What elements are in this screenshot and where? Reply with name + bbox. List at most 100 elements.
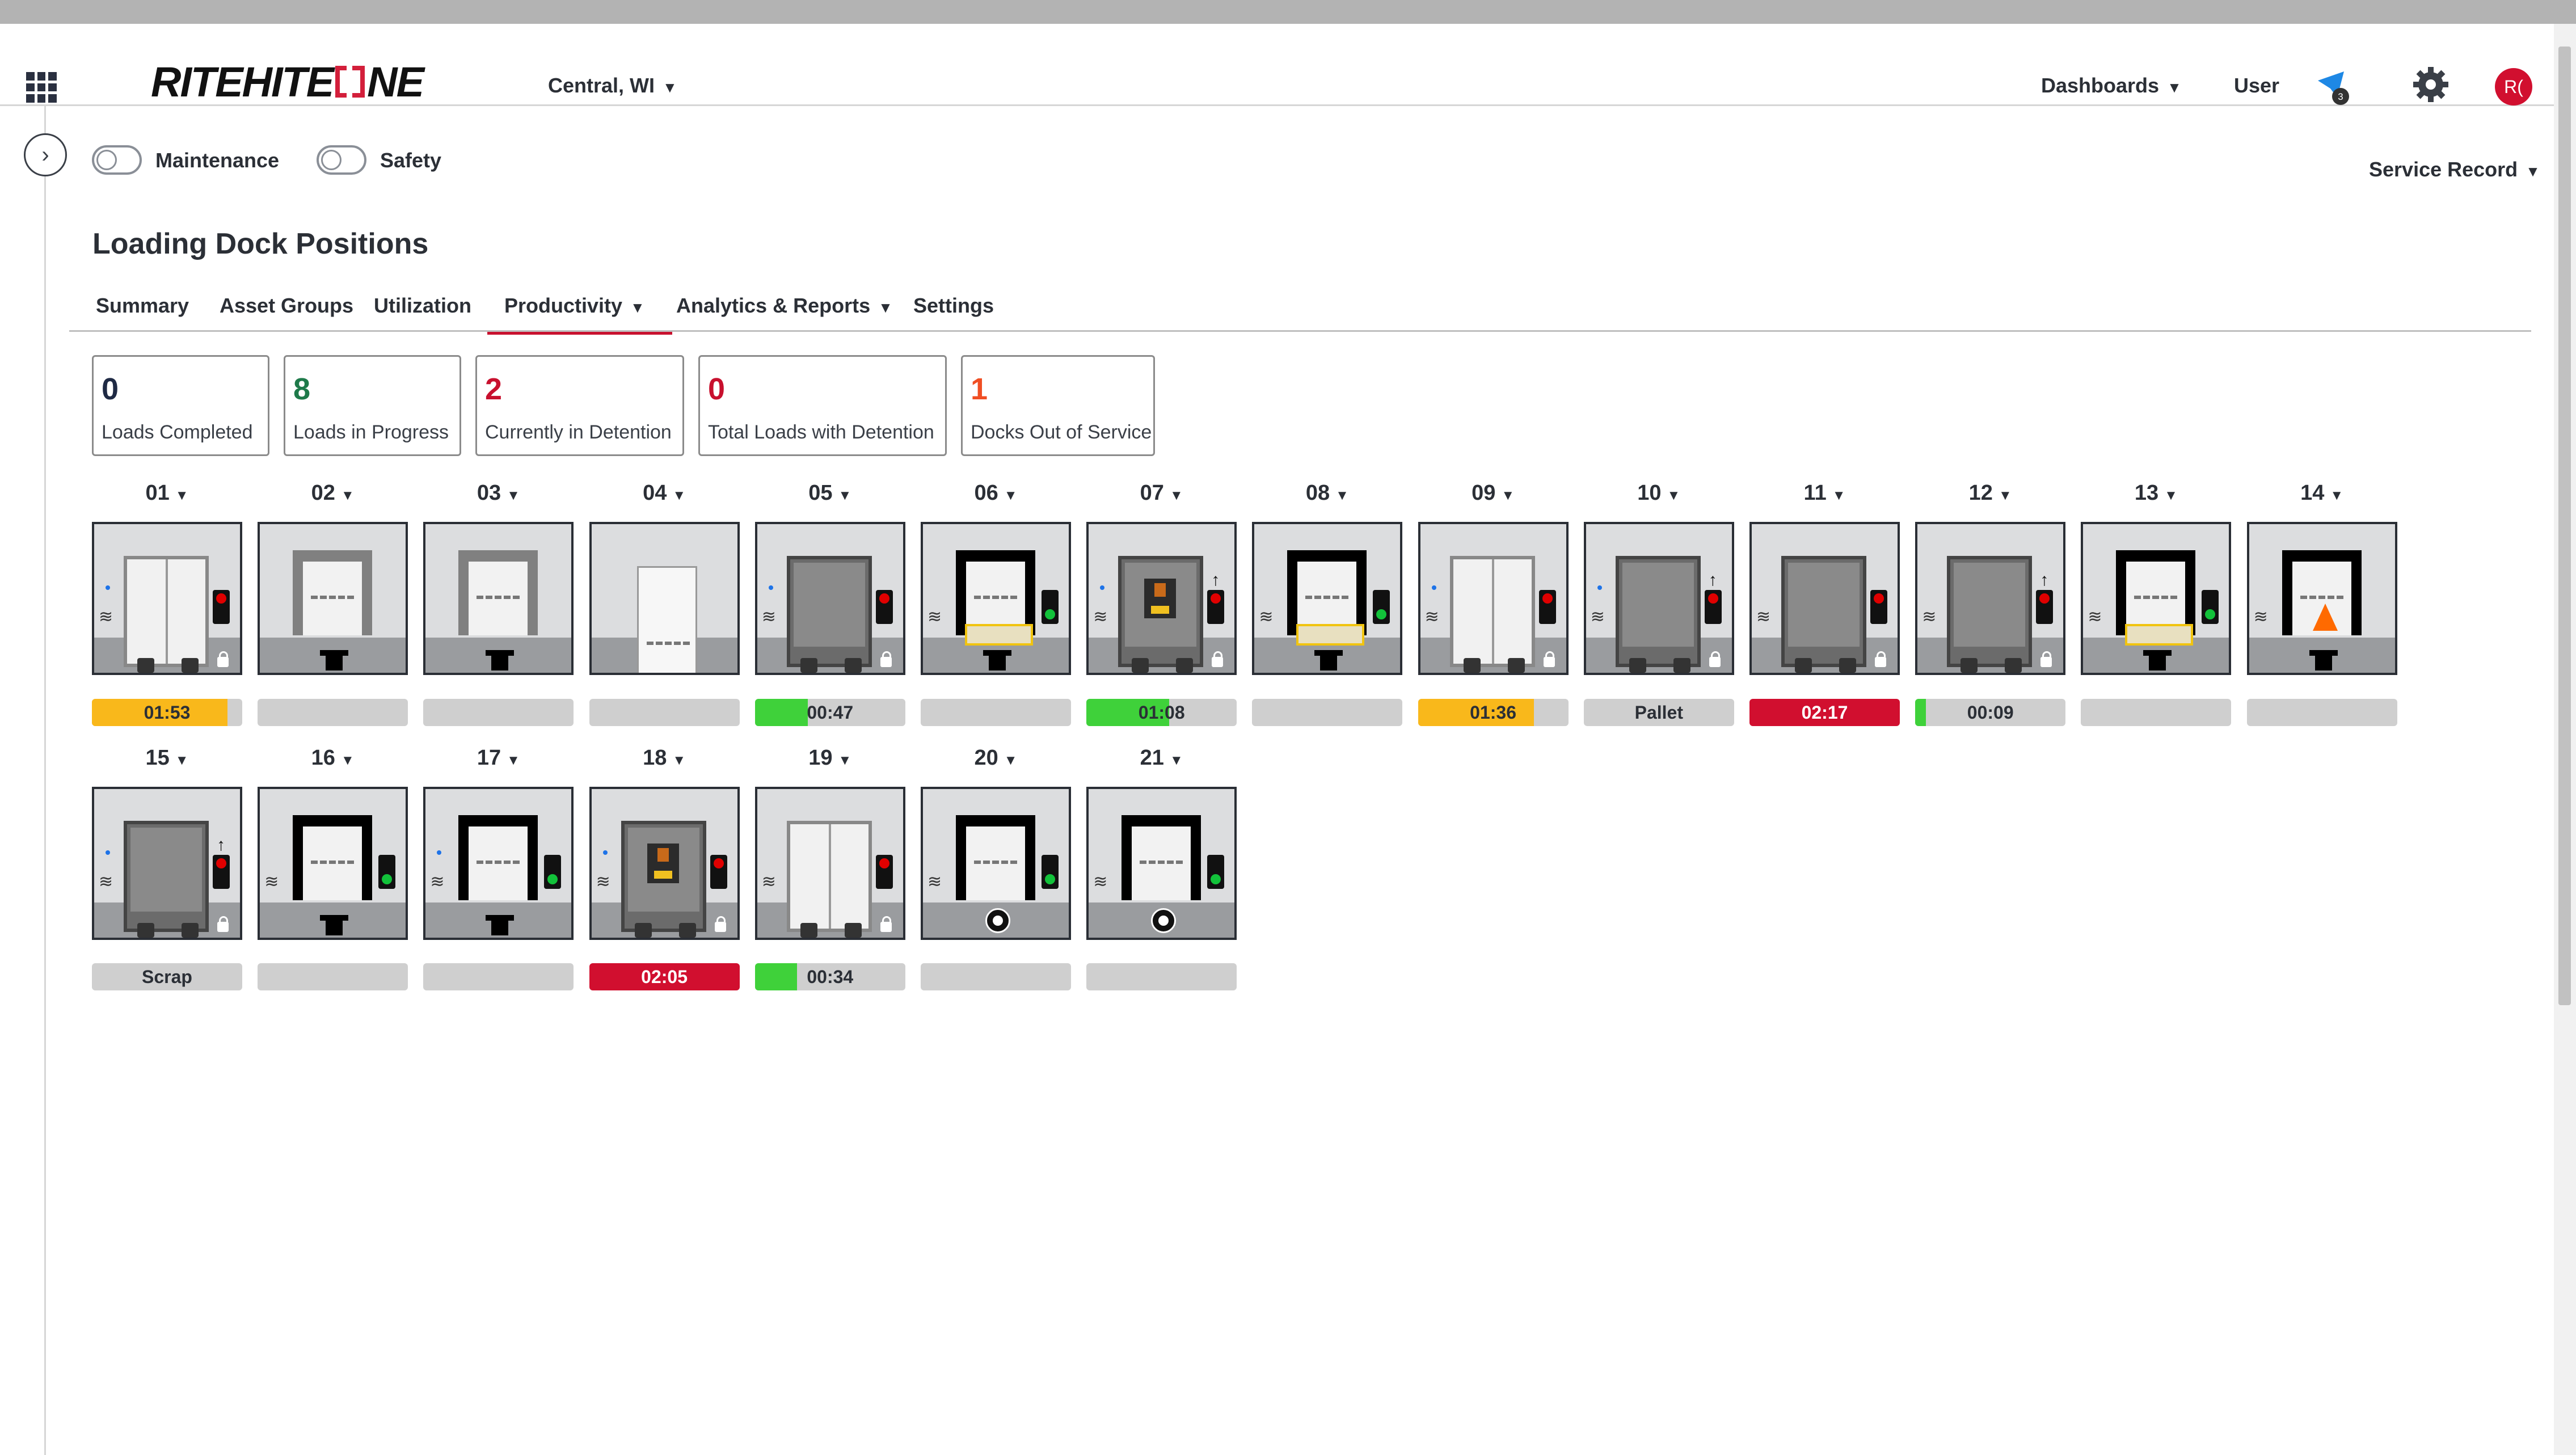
dock-number-label[interactable]: 02 ▼: [258, 481, 408, 505]
notification-bell-icon[interactable]: 3: [2314, 68, 2354, 108]
dock-number-label[interactable]: 08 ▼: [1252, 481, 1402, 505]
chevron-down-icon: ▼: [672, 753, 686, 768]
maintenance-toggle[interactable]: [92, 145, 142, 175]
up-arrow-icon: ↑: [1211, 571, 1220, 589]
dock-tile[interactable]: ≋ ↑: [92, 787, 242, 940]
dock-status-bar[interactable]: Scrap: [92, 963, 242, 990]
dock-status-bar[interactable]: [2081, 699, 2232, 726]
dock-number-label[interactable]: 05 ▼: [755, 481, 905, 505]
dock-tile[interactable]: ≋ ↑: [1915, 522, 2066, 675]
dock-tile[interactable]: ≋: [921, 522, 1071, 675]
dock-tile[interactable]: ≋: [2246, 522, 2397, 675]
dock-tile[interactable]: ≋: [1086, 787, 1237, 940]
tab-utilization[interactable]: Utilization: [374, 294, 471, 318]
dock-number-label[interactable]: 09 ▼: [1418, 481, 1569, 505]
vertical-scrollbar[interactable]: [2554, 24, 2576, 1455]
dock-status-bar[interactable]: [2246, 699, 2397, 726]
stat-card-currently-in-detention[interactable]: 2 Currently in Detention: [475, 355, 684, 456]
dock-bumper-icon: [1314, 650, 1343, 670]
dock-number-label[interactable]: 17 ▼: [423, 746, 574, 770]
dock-tile[interactable]: [589, 522, 740, 675]
dock-number-label[interactable]: 03 ▼: [423, 481, 574, 505]
scrollbar-thumb[interactable]: [2558, 47, 2571, 1005]
dock-number-label[interactable]: 21 ▼: [1086, 746, 1237, 770]
stat-label: Loads in Progress: [293, 421, 449, 443]
dock-tile[interactable]: ≋: [2081, 522, 2232, 675]
tab-productivity[interactable]: Productivity ▼: [487, 294, 672, 335]
dock-number-label[interactable]: 15 ▼: [92, 746, 242, 770]
red-light-icon: [216, 593, 226, 604]
dock-status-bar[interactable]: [423, 963, 574, 990]
service-record-menu[interactable]: Service Record ▼: [2369, 158, 2540, 182]
dock-status-bar[interactable]: 01:08: [1086, 699, 1237, 726]
settings-gear-icon[interactable]: [2411, 65, 2451, 104]
dock-status-bar[interactable]: 01:36: [1418, 699, 1569, 726]
dock-tile[interactable]: ≋: [754, 522, 905, 675]
location-selector[interactable]: Central, WI ▼: [548, 74, 677, 98]
sensor-dot-icon: [1597, 585, 1602, 590]
wifi-icon: ≋: [1922, 608, 1937, 626]
tab-settings[interactable]: Settings: [913, 294, 994, 318]
dock-status-bar[interactable]: 02:17: [1749, 699, 1900, 726]
dock-number-label[interactable]: 10 ▼: [1584, 481, 1734, 505]
dashboards-menu[interactable]: Dashboards ▼: [2041, 74, 2182, 98]
stat-card-docks-out-of-service[interactable]: 1 Docks Out of Service: [961, 355, 1155, 456]
dock-number-label[interactable]: 20 ▼: [921, 746, 1071, 770]
dock-status-bar[interactable]: 02:05: [589, 963, 740, 990]
dock-number-label[interactable]: 11 ▼: [1749, 481, 1900, 505]
dock-status-bar[interactable]: 01:53: [92, 699, 242, 726]
dock-status-bar[interactable]: 00:47: [754, 699, 905, 726]
dock-status-bar[interactable]: 00:09: [1915, 699, 2066, 726]
dock-status-bar[interactable]: [921, 963, 1071, 990]
dock-tile[interactable]: ≋: [258, 787, 408, 940]
door-dashes: [974, 596, 1017, 604]
dock-number-label[interactable]: 01 ▼: [92, 481, 242, 505]
user-menu[interactable]: User: [2234, 74, 2279, 98]
dock-number-label[interactable]: 12 ▼: [1915, 481, 2065, 505]
dock-tile[interactable]: [423, 522, 574, 675]
dock-status-bar[interactable]: 00:34: [754, 963, 905, 990]
dock-number-label[interactable]: 18 ▼: [589, 746, 740, 770]
stat-card-total-loads-with-detention[interactable]: 0 Total Loads with Detention: [698, 355, 947, 456]
dock-status-bar[interactable]: Pallet: [1583, 699, 1734, 726]
dock-status-text: 01:53: [144, 702, 191, 723]
dock-tile[interactable]: ≋: [921, 787, 1071, 940]
trailer-icon: [1781, 556, 1866, 667]
dock-status-bar[interactable]: [258, 963, 408, 990]
tab-summary[interactable]: Summary: [96, 294, 189, 318]
dock-number-label[interactable]: 19 ▼: [755, 746, 905, 770]
user-avatar[interactable]: R(: [2495, 68, 2532, 106]
dock-status-bar[interactable]: [921, 699, 1071, 726]
dock-number-label[interactable]: 06 ▼: [921, 481, 1071, 505]
dock-status-bar[interactable]: [589, 699, 740, 726]
dock-tile[interactable]: ≋: [589, 787, 740, 940]
dock-number-label[interactable]: 16 ▼: [258, 746, 408, 770]
dock-tile[interactable]: ≋ ↑: [1086, 522, 1237, 675]
dock-number-label[interactable]: 04 ▼: [589, 481, 740, 505]
dock-tile[interactable]: ≋: [92, 522, 242, 675]
dock-tile[interactable]: ≋: [423, 787, 574, 940]
dock-tile[interactable]: ≋ ↑: [1583, 522, 1734, 675]
dock-tile[interactable]: ≋: [1749, 522, 1900, 675]
dock-status-bar[interactable]: [1252, 699, 1403, 726]
chevron-down-icon: ▼: [2330, 488, 2344, 503]
dock-number-label[interactable]: 13 ▼: [2081, 481, 2231, 505]
dock-tile[interactable]: ≋: [1252, 522, 1403, 675]
stat-card-loads-in-progress[interactable]: 8 Loads in Progress: [284, 355, 461, 456]
traffic-light-icon: [1870, 590, 1887, 624]
expand-sidebar-button[interactable]: ›: [24, 133, 67, 176]
dock-status-bar[interactable]: [1086, 963, 1237, 990]
dock-tile[interactable]: [258, 522, 408, 675]
dock-status-bar[interactable]: [258, 699, 408, 726]
dock-number-label[interactable]: 14 ▼: [2247, 481, 2397, 505]
brand-logo[interactable]: RITEHITE NE: [151, 58, 424, 106]
tab-asset-groups[interactable]: Asset Groups: [220, 294, 353, 318]
dock-status-bar[interactable]: [423, 699, 574, 726]
dock-tile[interactable]: ≋: [1418, 522, 1569, 675]
stat-card-loads-completed[interactable]: 0 Loads Completed: [92, 355, 269, 456]
app-launcher-icon[interactable]: [26, 72, 57, 103]
tab-analytics-reports[interactable]: Analytics & Reports ▼: [676, 294, 893, 318]
dock-tile[interactable]: ≋: [754, 787, 905, 940]
safety-toggle[interactable]: [317, 145, 366, 175]
dock-number-label[interactable]: 07 ▼: [1086, 481, 1237, 505]
